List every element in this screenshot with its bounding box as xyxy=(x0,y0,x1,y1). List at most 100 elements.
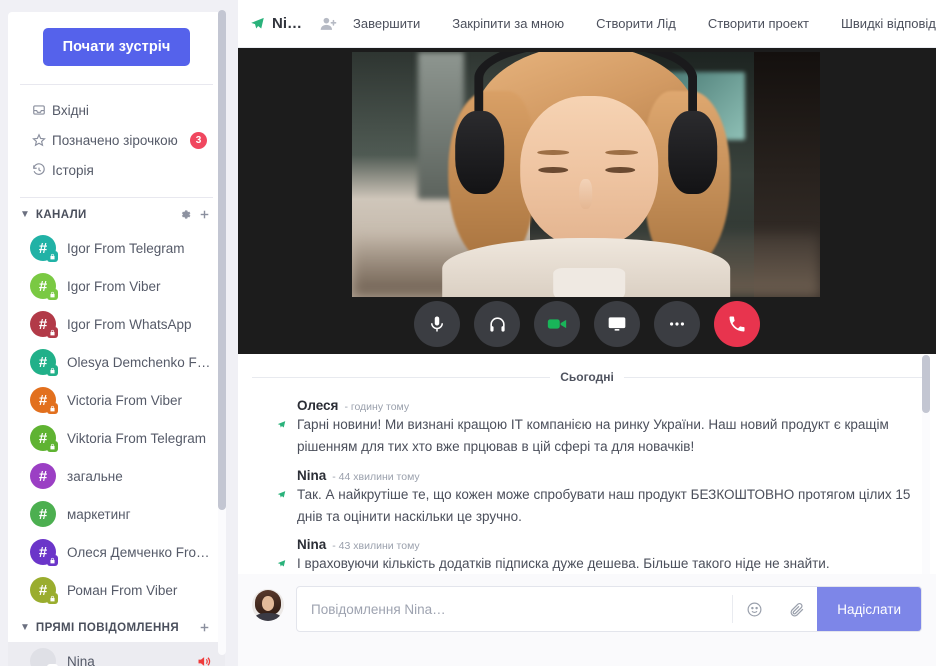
toolbar-action-assign-to-me[interactable]: Закріпити за мною xyxy=(436,16,580,31)
lock-icon xyxy=(47,365,58,376)
sidebar-item-history[interactable]: Історія xyxy=(8,155,225,185)
channel-avatar: # xyxy=(30,501,56,527)
channel-avatar: # xyxy=(30,387,58,414)
chevron-down-icon[interactable]: ▼ xyxy=(20,622,30,633)
channel-name: Олеся Демченко From … xyxy=(67,544,211,560)
channel-item[interactable]: # загальне xyxy=(8,457,225,495)
lock-icon xyxy=(47,289,58,300)
call-controls xyxy=(238,301,936,347)
composer-input-box[interactable]: Надіслати xyxy=(296,586,922,632)
speaker-mute-icon[interactable] xyxy=(196,654,211,666)
microphone-icon[interactable] xyxy=(414,301,460,347)
chat-app-window: Почати зустріч Вхідні Позначено зірочкою… xyxy=(0,0,936,666)
avatar[interactable] xyxy=(256,539,288,571)
message-text: Так. А найкрутіше те, що кожен може спро… xyxy=(297,486,911,524)
sidebar-scrollbar-thumb[interactable] xyxy=(218,10,226,510)
channel-avatar: # xyxy=(30,539,58,566)
channels-section-header[interactable]: ▼ КАНАЛИ xyxy=(8,198,225,229)
channel-avatar: # xyxy=(30,349,58,376)
add-user-icon[interactable] xyxy=(320,8,337,40)
channel-item[interactable]: # маркетинг xyxy=(8,495,225,533)
channel-item[interactable]: # Igor From Viber xyxy=(8,267,225,305)
message-item: Олеся - годину тому Гарні новини! Ми виз… xyxy=(238,388,936,458)
emoji-icon[interactable] xyxy=(733,587,775,631)
chevron-down-icon[interactable]: ▼ xyxy=(20,209,30,220)
channel-avatar: # xyxy=(30,235,58,262)
channel-list: # Igor From Telegram # Igor From Viber # xyxy=(8,229,225,609)
channel-item[interactable]: # Viktoria From Telegram xyxy=(8,419,225,457)
day-separator: Сьогодні xyxy=(238,354,936,388)
message-author: Олеся xyxy=(297,398,339,413)
channel-avatar: # xyxy=(30,577,58,604)
channel-item[interactable]: # Victoria From Viber xyxy=(8,381,225,419)
channel-item[interactable]: # Олеся Демченко From … xyxy=(8,533,225,571)
message-scrollbar-thumb[interactable] xyxy=(922,355,930,413)
avatar xyxy=(30,648,58,666)
message-author: Nina xyxy=(297,537,327,553)
more-options-icon[interactable] xyxy=(654,301,700,347)
add-channel-icon[interactable] xyxy=(198,208,211,221)
toolbar-action-create-project[interactable]: Створити проект xyxy=(692,16,825,31)
channel-name: Viktoria From Telegram xyxy=(67,430,207,446)
start-meeting-button[interactable]: Почати зустріч xyxy=(42,28,191,66)
channel-avatar: # xyxy=(30,463,56,489)
avatar[interactable] xyxy=(256,470,288,501)
lock-icon xyxy=(47,403,58,414)
channel-item[interactable]: # Роман From Viber xyxy=(8,571,225,609)
headphones-icon[interactable] xyxy=(474,301,520,347)
lock-icon xyxy=(47,593,58,604)
video-participant-feed[interactable] xyxy=(352,52,820,297)
add-dm-icon[interactable] xyxy=(198,621,211,634)
sidebar-item-starred[interactable]: Позначено зірочкою 3 xyxy=(8,125,225,155)
dm-name: Nina xyxy=(67,653,95,666)
toolbar-action-finish[interactable]: Завершити xyxy=(337,16,436,31)
starred-badge: 3 xyxy=(190,131,207,149)
telegram-badge-icon xyxy=(275,418,288,431)
message-timestamp: - 43 хвилини тому xyxy=(332,540,420,553)
channel-title-group[interactable]: Ni… xyxy=(250,15,320,32)
channel-title: Ni… xyxy=(272,15,302,32)
message-timestamp: - годину тому xyxy=(344,401,410,413)
lock-icon xyxy=(47,327,58,338)
dm-section-header[interactable]: ▼ ПРЯМІ ПОВІДОМЛЕННЯ xyxy=(8,609,225,642)
message-input[interactable] xyxy=(297,587,733,631)
camera-icon[interactable] xyxy=(534,301,580,347)
channel-name: Igor From Telegram xyxy=(67,240,185,256)
lock-icon xyxy=(47,251,58,262)
main-panel: Ni… Завершити Закріпити за мною Створити… xyxy=(238,0,936,666)
sidebar-item-label: Історія xyxy=(52,162,94,178)
message-composer: Надіслати xyxy=(238,574,936,666)
toolbar-action-create-lead[interactable]: Створити Лід xyxy=(580,16,692,31)
lock-icon xyxy=(47,555,58,566)
message-list[interactable]: Сьогодні Олеся - годину тому Гарні новин… xyxy=(238,354,936,574)
toolbar-action-quick-replies[interactable]: Швидкі відповіді xyxy=(825,16,936,31)
telegram-icon xyxy=(250,16,265,31)
message-item: Nina - 44 хвилини тому Так. А найкрутіше… xyxy=(238,458,936,528)
avatar xyxy=(252,589,284,621)
channel-item[interactable]: # Igor From WhatsApp xyxy=(8,305,225,343)
video-call-stage xyxy=(238,48,936,354)
history-icon xyxy=(32,163,52,177)
gear-icon[interactable] xyxy=(179,208,192,221)
channel-name: Victoria From Viber xyxy=(67,392,183,408)
sidebar-nav: Вхідні Позначено зірочкою 3 Історія xyxy=(8,85,225,197)
avatar[interactable] xyxy=(256,400,288,431)
sidebar-item-inbox[interactable]: Вхідні xyxy=(8,95,225,125)
channel-item[interactable]: # Igor From Telegram xyxy=(8,229,225,267)
channels-section-title: КАНАЛИ xyxy=(35,208,87,221)
hang-up-icon[interactable] xyxy=(714,301,760,347)
screen-share-icon[interactable] xyxy=(594,301,640,347)
star-icon xyxy=(32,133,52,147)
channel-name: загальне xyxy=(67,468,123,484)
sidebar-item-label: Вхідні xyxy=(52,102,89,118)
send-button[interactable]: Надіслати xyxy=(817,587,921,631)
start-meeting-area: Почати зустріч xyxy=(8,12,225,84)
dm-item-nina[interactable]: Nina xyxy=(8,642,225,666)
channel-name: Igor From WhatsApp xyxy=(67,316,192,332)
channel-item[interactable]: # Olesya Demchenko Fr… xyxy=(8,343,225,381)
channel-name: Igor From Viber xyxy=(67,278,161,294)
channel-avatar: # xyxy=(30,273,58,300)
paperclip-icon[interactable] xyxy=(775,587,817,631)
channel-avatar: # xyxy=(30,311,58,338)
channel-avatar: # xyxy=(30,425,58,452)
